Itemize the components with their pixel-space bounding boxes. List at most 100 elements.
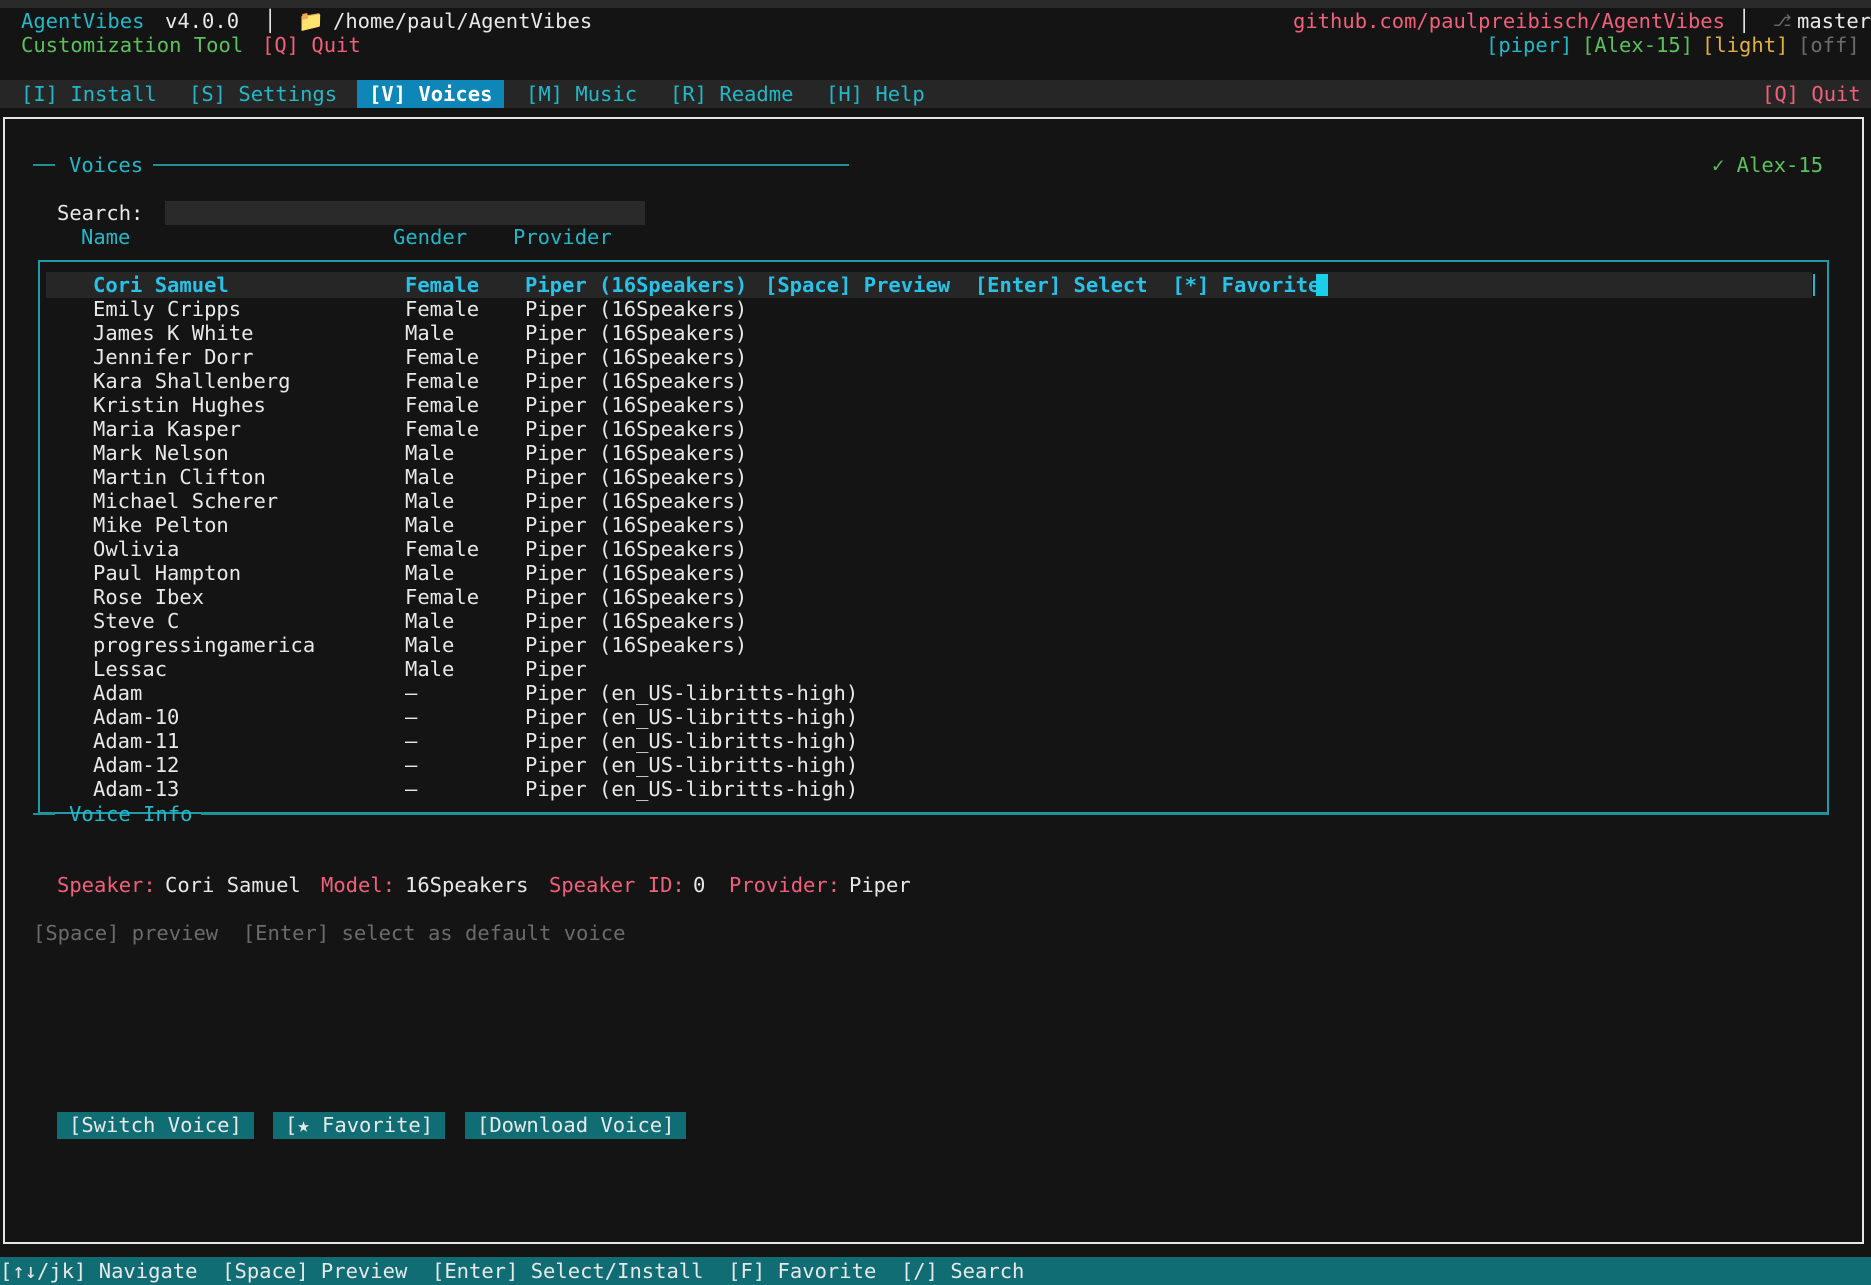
folder-icon: 📁 bbox=[298, 9, 324, 33]
voice-provider: Piper (16Speakers) bbox=[525, 465, 748, 489]
model-label: Model: bbox=[321, 873, 396, 897]
voice-name: Owlivia bbox=[93, 537, 180, 561]
header-quit[interactable]: [Q] Quit bbox=[262, 33, 361, 57]
voice-provider: Piper (16Speakers) bbox=[525, 585, 748, 609]
voice-gender: Male bbox=[405, 489, 455, 513]
voice-gender: Male bbox=[405, 513, 455, 537]
voice-gender: Female bbox=[405, 369, 480, 393]
voice-name: Mark Nelson bbox=[93, 441, 229, 465]
app-name: AgentVibes bbox=[21, 9, 145, 33]
status-tag-provider: [piper] bbox=[1486, 33, 1573, 57]
voice-name: Maria Kasper bbox=[93, 417, 242, 441]
voice-gender: — bbox=[405, 777, 418, 801]
voice-provider: Piper (16Speakers) bbox=[525, 321, 748, 345]
voices-rule-left bbox=[33, 164, 55, 166]
voice-name: Jennifer Dorr bbox=[93, 345, 254, 369]
voice-gender: Female bbox=[405, 417, 480, 441]
tab-readme[interactable]: [R] Readme bbox=[670, 82, 793, 106]
voice-provider: Piper (en_US-libritts-high) bbox=[525, 681, 859, 705]
header-separator-2: │ bbox=[1738, 9, 1751, 33]
voice-provider: Piper (16Speakers) bbox=[525, 609, 748, 633]
list-scrollbar[interactable] bbox=[1813, 274, 1815, 296]
voice-provider: Piper (en_US-libritts-high) bbox=[525, 753, 859, 777]
status-tag-voice: [Alex-15] bbox=[1582, 33, 1694, 57]
branch-icon: ⎇ bbox=[1773, 11, 1792, 30]
voice-name: Steve C bbox=[93, 609, 180, 633]
voice-info-rule-left bbox=[33, 813, 55, 815]
voice-provider: Piper bbox=[525, 657, 587, 681]
voice-provider: Piper (16Speakers) bbox=[525, 441, 748, 465]
voice-gender: Female bbox=[405, 585, 480, 609]
selected-row-hint: [Space] Preview [Enter] Select [*] Favor… bbox=[765, 273, 1321, 297]
app-version: v4.0.0 bbox=[165, 9, 240, 33]
voice-list[interactable] bbox=[38, 260, 1829, 814]
voices-title: Voices bbox=[69, 153, 144, 177]
voice-name: Adam-13 bbox=[93, 777, 180, 801]
voice-name: Adam-12 bbox=[93, 753, 180, 777]
branch-name: master bbox=[1797, 9, 1871, 33]
voice-name: Kara Shallenberg bbox=[93, 369, 291, 393]
speaker-label: Speaker: bbox=[57, 873, 156, 897]
column-header-name[interactable]: Name bbox=[81, 225, 130, 249]
column-header-provider[interactable]: Provider bbox=[513, 225, 612, 249]
voice-provider: Piper (en_US-libritts-high) bbox=[525, 777, 859, 801]
speaker-value: Cori Samuel bbox=[165, 873, 301, 897]
voice-provider: Piper (16Speakers) bbox=[525, 417, 748, 441]
voice-name: Kristin Hughes bbox=[93, 393, 266, 417]
voice-name: Adam-10 bbox=[93, 705, 180, 729]
voice-gender: Male bbox=[405, 657, 455, 681]
switch-voice-button[interactable]: [Switch Voice] bbox=[57, 1112, 254, 1139]
current-voice-indicator: ✓ Alex-15 bbox=[1712, 153, 1824, 177]
column-header-gender[interactable]: Gender bbox=[393, 225, 467, 249]
project-path: /home/paul/AgentVibes bbox=[333, 9, 593, 33]
model-value: 16Speakers bbox=[405, 873, 529, 897]
voice-name: Martin Clifton bbox=[93, 465, 266, 489]
voice-info-title: Voice Info bbox=[69, 802, 193, 826]
voice-gender: Male bbox=[405, 609, 455, 633]
tab-install[interactable]: [I] Install bbox=[21, 82, 157, 106]
tab-settings[interactable]: [S] Settings bbox=[189, 82, 337, 106]
voice-info-rule-right bbox=[201, 813, 1829, 815]
keybinding-status-bar: [↑↓/jk] Navigate [Space] Preview [Enter]… bbox=[0, 1257, 1871, 1285]
status-tag-theme: [light] bbox=[1702, 33, 1789, 57]
voice-gender: Male bbox=[405, 633, 455, 657]
voice-gender: Male bbox=[405, 321, 455, 345]
voice-provider: Piper (16Speakers) bbox=[525, 273, 748, 297]
voice-name: Michael Scherer bbox=[93, 489, 279, 513]
voice-gender: Male bbox=[405, 561, 455, 585]
voice-gender: — bbox=[405, 705, 418, 729]
voice-name: Adam bbox=[93, 681, 143, 705]
voice-provider: Piper (16Speakers) bbox=[525, 537, 748, 561]
voice-name: Cori Samuel bbox=[93, 273, 229, 297]
voice-provider: Piper (en_US-libritts-high) bbox=[525, 705, 859, 729]
provider-value: Piper bbox=[849, 873, 911, 897]
speaker-id-value: 0 bbox=[693, 873, 706, 897]
voice-provider: Piper (en_US-libritts-high) bbox=[525, 729, 859, 753]
voice-gender: Female bbox=[405, 297, 480, 321]
voice-name: Emily Cripps bbox=[93, 297, 242, 321]
favorite-button[interactable]: [★ Favorite] bbox=[273, 1112, 446, 1139]
voice-name: James K White bbox=[93, 321, 254, 345]
voice-gender: — bbox=[405, 681, 418, 705]
voice-gender: Male bbox=[405, 465, 455, 489]
voice-provider: Piper (16Speakers) bbox=[525, 489, 748, 513]
download-voice-button[interactable]: [Download Voice] bbox=[465, 1112, 687, 1139]
tab-quit[interactable]: [Q] Quit bbox=[1762, 82, 1861, 106]
repo-link[interactable]: github.com/paulpreibisch/AgentVibes bbox=[1293, 9, 1725, 33]
voice-gender: — bbox=[405, 753, 418, 777]
voice-gender: Male bbox=[405, 441, 455, 465]
top-strip bbox=[0, 0, 1871, 8]
voice-name: progressingamerica bbox=[93, 633, 316, 657]
voice-gender: Female bbox=[405, 393, 480, 417]
search-input[interactable] bbox=[165, 201, 645, 225]
voice-provider: Piper (16Speakers) bbox=[525, 561, 748, 585]
tab-voices[interactable]: [V] Voices bbox=[357, 80, 505, 108]
tab-music[interactable]: [M] Music bbox=[526, 82, 637, 106]
status-tag-off: [off] bbox=[1798, 33, 1860, 57]
search-label: Search: bbox=[57, 201, 144, 225]
voice-name: Adam-11 bbox=[93, 729, 180, 753]
tab-help[interactable]: [H] Help bbox=[826, 82, 925, 106]
voice-gender: Female bbox=[405, 537, 480, 561]
header-separator: │ bbox=[264, 9, 277, 33]
voice-name: Paul Hampton bbox=[93, 561, 242, 585]
